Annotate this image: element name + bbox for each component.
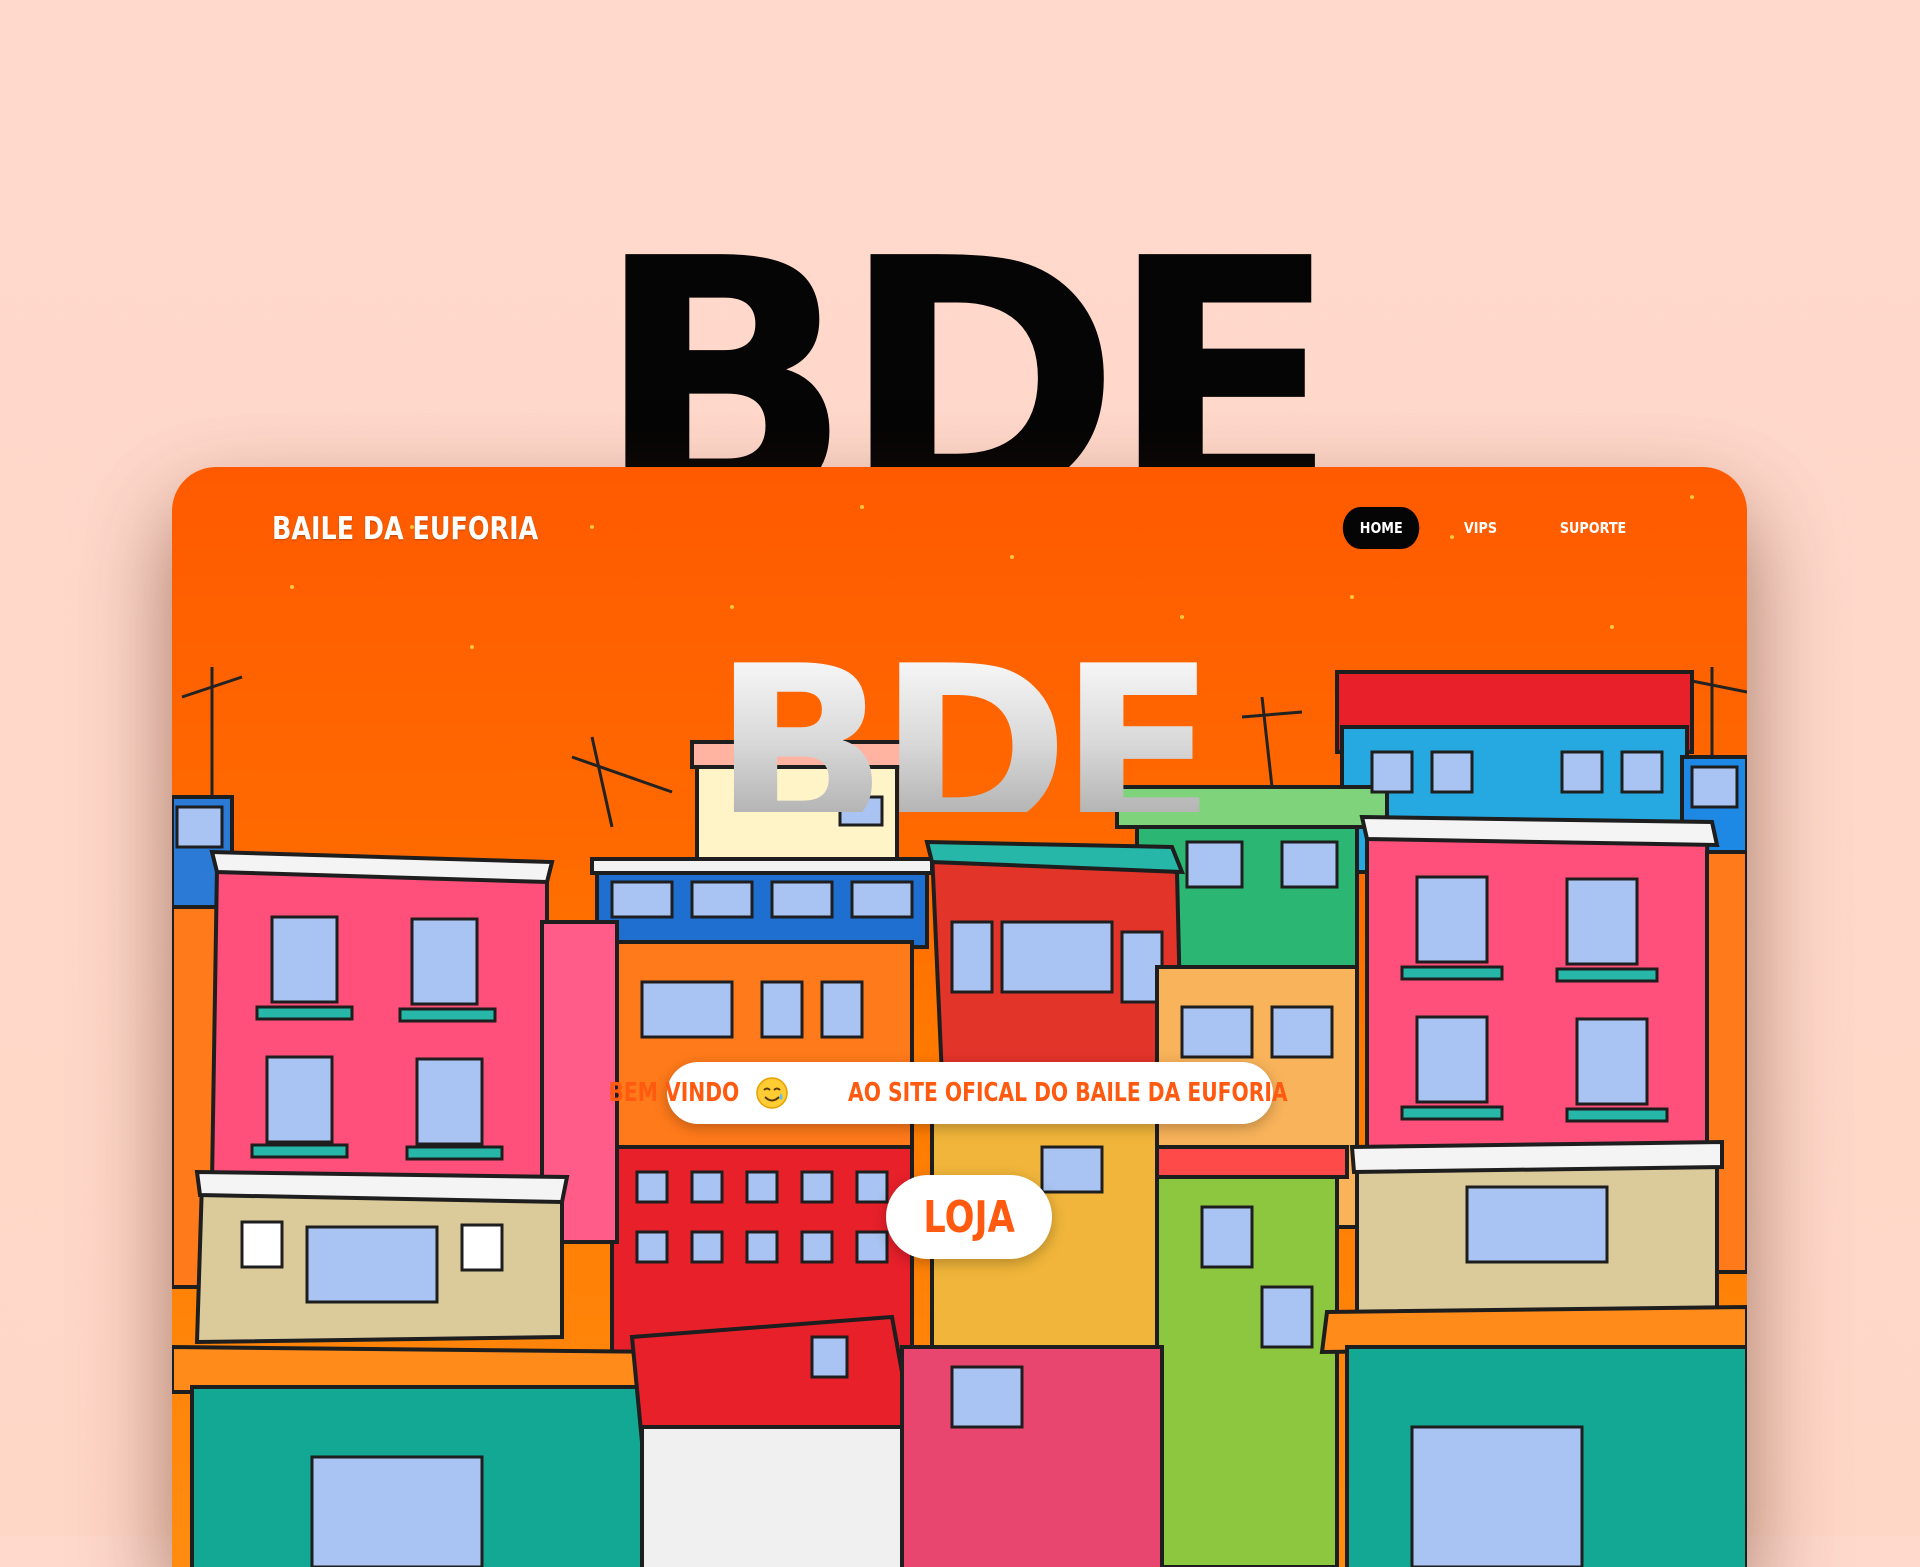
- welcome-banner: BEM VINDO AO SITE OFICAL DO BAILE DA EUF…: [609, 1062, 1288, 1124]
- loja-button[interactable]: LOJA: [886, 1175, 1052, 1259]
- nav-home[interactable]: HOME: [1343, 507, 1421, 549]
- smiling-face-with-tear-icon: [754, 1075, 790, 1111]
- welcome-text-end: AO SITE OFICAL DO BAILE DA EUFORIA: [848, 1078, 1288, 1108]
- main-nav: HOME VIPS SUPORTE: [1336, 507, 1652, 549]
- nav-suporte[interactable]: SUPORTE: [1543, 507, 1643, 549]
- website-mockup: BAILE DA EUFORIA HOME VIPS SUPORTE BDE B…: [172, 467, 1747, 1567]
- welcome-text-start: BEM VINDO: [608, 1078, 740, 1108]
- hero-title: BDE: [172, 637, 1747, 812]
- favela-illustration: [172, 495, 1747, 1567]
- site-logo[interactable]: BAILE DA EUFORIA: [272, 511, 538, 547]
- nav-vips[interactable]: VIPS: [1447, 507, 1514, 549]
- showcase-title: BDE: [594, 215, 1340, 475]
- loja-button-label: LOJA: [923, 1191, 1015, 1243]
